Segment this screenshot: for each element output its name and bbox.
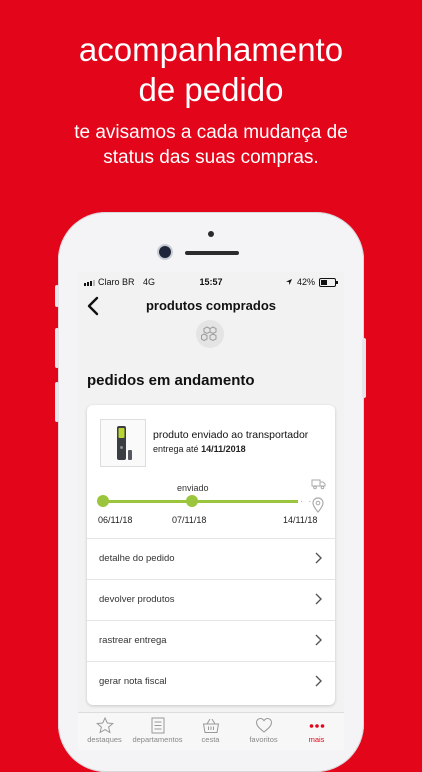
tab-label: cesta [201, 735, 220, 744]
product-thumbnail[interactable] [100, 419, 146, 467]
timeline-date-3: 14/11/18 [283, 515, 318, 525]
phone-screen: Claro BR 4G 15:57 42% produtos comprados… [78, 272, 344, 750]
more-dots-icon [309, 724, 324, 728]
action-label: devolver produtos [99, 594, 175, 605]
tab-favoritos[interactable]: favoritos [237, 717, 290, 744]
heart-icon [255, 717, 272, 733]
action-generate-invoice[interactable]: gerar nota fiscal [87, 661, 335, 702]
action-label: rastrear entrega [99, 635, 167, 646]
action-label: gerar nota fiscal [99, 676, 167, 687]
status-bar: Claro BR 4G 15:57 42% [78, 272, 344, 292]
page-title: produtos comprados [145, 298, 276, 313]
chevron-right-icon [315, 552, 322, 564]
location-pin-icon [312, 497, 324, 513]
tab-label: departamentos [132, 735, 183, 744]
timeline-end-icons [311, 477, 327, 513]
timeline-current-label: enviado [177, 483, 209, 493]
action-track-delivery[interactable]: rastrear entrega [87, 620, 335, 661]
location-arrow-icon [285, 279, 292, 285]
phone-volume-down [55, 382, 59, 422]
tab-departamentos[interactable]: departamentos [131, 717, 184, 744]
phone-camera [159, 246, 171, 258]
delivery-estimate: entrega até 14/11/2018 [153, 444, 246, 454]
boxes-icon [196, 320, 224, 348]
tab-destaques[interactable]: destaques [78, 717, 131, 744]
chevron-right-icon [315, 634, 322, 646]
timeline-step-1 [97, 495, 109, 507]
battery-icon [319, 277, 338, 287]
phone-power-button [362, 338, 366, 398]
tab-label: favoritos [249, 735, 278, 744]
timeline-step-2 [186, 495, 198, 507]
tab-label: mais [308, 735, 325, 744]
order-status: produto enviado ao transportador [153, 429, 309, 441]
list-icon [151, 717, 164, 734]
promo-subheadline: te avisamos a cada mudança de status das… [0, 120, 422, 170]
star-icon [95, 717, 114, 734]
promo-sub-line2: status das suas compras. [103, 147, 319, 168]
status-right: 42% [285, 277, 338, 287]
truck-icon [311, 479, 326, 490]
tab-bar: destaques departamentos cesta favoritos … [78, 712, 344, 750]
delivery-estimate-date: 14/11/2018 [201, 444, 246, 454]
chevron-right-icon [315, 593, 322, 605]
battery-percent: 42% [296, 277, 315, 287]
phone-mute-switch [55, 285, 59, 307]
action-label: detalhe do pedido [99, 553, 175, 564]
action-return-products[interactable]: devolver produtos [87, 579, 335, 620]
phone-volume-up [55, 328, 59, 368]
phone-speaker [185, 251, 239, 255]
timeline-progress-track [103, 500, 298, 503]
action-order-detail[interactable]: detalhe do pedido [87, 538, 335, 579]
basket-icon [202, 718, 219, 733]
section-title: pedidos em andamento [87, 372, 255, 389]
promo-headline: acompanhamento de pedido [0, 30, 422, 110]
nav-bar: produtos comprados [78, 292, 344, 322]
order-card: produto enviado ao transportador entrega… [87, 405, 335, 705]
promo-headline-line2: de pedido [138, 71, 284, 108]
tab-cesta[interactable]: cesta [184, 717, 237, 744]
delivery-estimate-prefix: entrega até [153, 444, 199, 454]
timeline-date-1: 06/11/18 [98, 515, 133, 525]
tab-label: destaques [87, 735, 122, 744]
phone-sensor [208, 231, 214, 237]
promo-sub-line1: te avisamos a cada mudança de [74, 122, 348, 143]
timeline-date-2: 07/11/18 [172, 515, 207, 525]
promo-headline-line1: acompanhamento [78, 31, 344, 68]
tab-mais[interactable]: mais [290, 717, 343, 744]
chevron-right-icon [315, 675, 322, 687]
